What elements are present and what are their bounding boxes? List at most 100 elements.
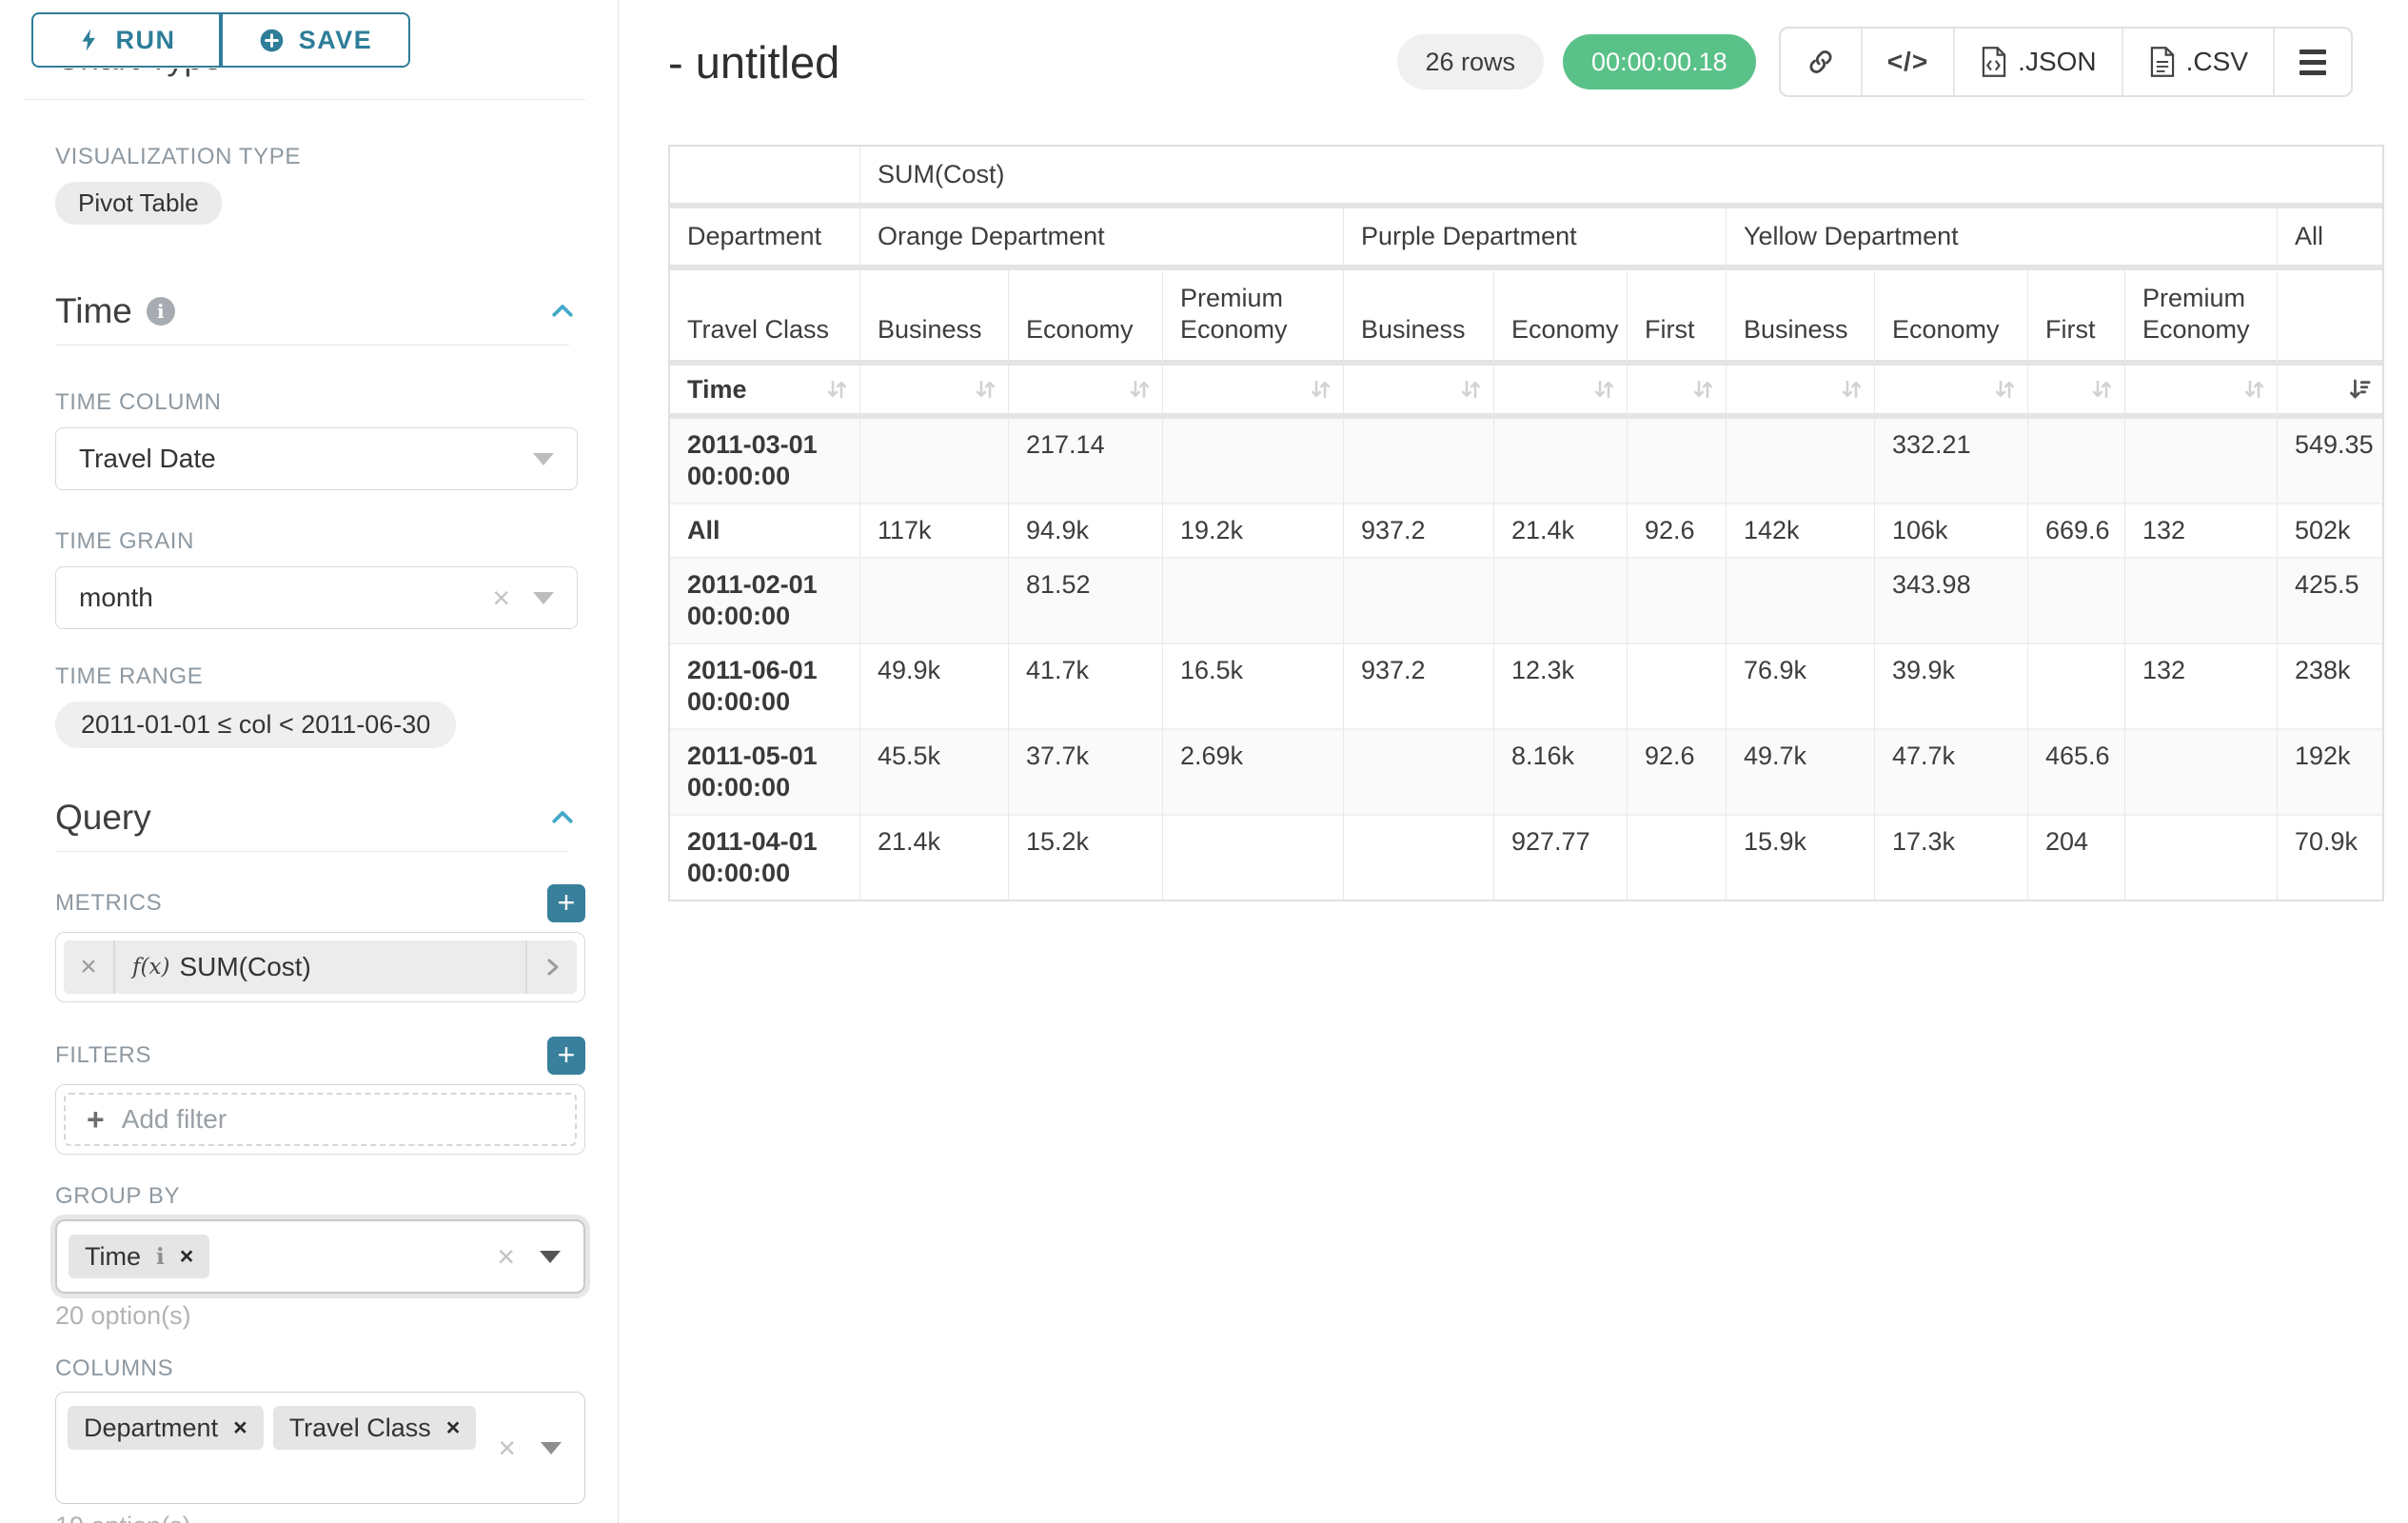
pivot-cell: 81.52 (1009, 559, 1163, 644)
chart-title[interactable]: - untitled (668, 36, 839, 89)
pivot-cell: 92.6 (1628, 504, 1727, 559)
sort-cell[interactable] (1628, 366, 1727, 419)
sort-desc-icon[interactable] (2347, 377, 2373, 403)
pivot-cell: 49.7k (1727, 730, 1875, 816)
metric-body[interactable]: f(x) SUM(Cost) (115, 940, 525, 994)
info-icon: i (147, 297, 175, 326)
pivot-cell: 142k (1727, 504, 1875, 559)
menu-button[interactable] (2273, 29, 2351, 95)
chevron-up-icon[interactable] (548, 297, 577, 326)
sort-cell[interactable] (2278, 366, 2382, 419)
sort-icon[interactable] (1839, 377, 1865, 403)
pivot-cell (2028, 419, 2125, 504)
time-grain-value: month (79, 583, 153, 613)
sort-icon[interactable] (2089, 377, 2115, 403)
explore-view: Chart Type RUN SAVE (0, 0, 2408, 1523)
group-by-select[interactable]: Timei× × (55, 1219, 585, 1294)
time-grain-select[interactable]: month × (55, 566, 578, 629)
sort-icon[interactable] (1690, 377, 1716, 403)
metric-pill[interactable]: × f(x) SUM(Cost) (64, 940, 577, 994)
sort-cell[interactable] (1875, 366, 2028, 419)
query-section-header[interactable]: Query (55, 798, 577, 838)
group-by-label-row: GROUP BY (55, 1183, 585, 1210)
sub-column-dimension-label: Travel Class (670, 270, 860, 366)
sort-icon[interactable] (1992, 377, 2018, 403)
selected-option-pill[interactable]: Travel Class × (273, 1406, 477, 1450)
clear-icon[interactable]: × (498, 1433, 516, 1463)
pivot-cell: 21.4k (860, 816, 1009, 900)
time-column-value: Travel Date (79, 444, 216, 474)
sort-cell[interactable] (1344, 366, 1494, 419)
pivot-cell: 16.5k (1163, 644, 1344, 730)
remove-icon[interactable]: × (446, 1416, 461, 1440)
sort-cell[interactable] (2125, 366, 2278, 419)
department-group-cell: Purple Department (1344, 208, 1727, 270)
pivot-cell (2125, 816, 2278, 900)
info-icon: i (156, 1244, 165, 1270)
pivot-cell: 927.77 (1494, 816, 1628, 900)
sort-icon[interactable] (973, 377, 998, 403)
chevron-down-icon[interactable] (533, 592, 554, 604)
select-controls: × (498, 1433, 562, 1463)
visualization-type-value[interactable]: Pivot Table (55, 182, 222, 225)
metrics-label: METRICS (55, 890, 162, 917)
expand-metric-icon[interactable] (525, 940, 577, 994)
sort-icon[interactable] (824, 377, 850, 403)
embed-code-button[interactable]: </> (1861, 29, 1953, 95)
pivot-cell: 343.98 (1875, 559, 2028, 644)
remove-icon[interactable]: × (233, 1416, 247, 1440)
selected-option-pill[interactable]: Department× (68, 1406, 264, 1450)
time-column-select[interactable]: Travel Date (55, 427, 578, 490)
export-json-button[interactable]: .JSON (1953, 29, 2121, 95)
sort-cell[interactable] (1494, 366, 1628, 419)
pivot-cell: 937.2 (1344, 644, 1494, 730)
sort-cell[interactable] (860, 366, 1009, 419)
export-csv-button[interactable]: .CSV (2122, 29, 2273, 95)
pivot-cell: 425.5 (2278, 559, 2382, 644)
sort-icon[interactable] (1308, 377, 1333, 403)
chevron-down-icon[interactable] (541, 1442, 562, 1454)
pivot-cell: 465.6 (2028, 730, 2125, 816)
selected-option-pill[interactable]: Timei× (69, 1235, 209, 1278)
clear-icon[interactable]: × (497, 1241, 515, 1272)
filters-label-row: FILTERS + (55, 1037, 585, 1075)
clear-icon[interactable]: × (492, 583, 510, 613)
travel-class-cell: Economy (1494, 270, 1628, 366)
row-dimension-cell[interactable]: Time (670, 366, 860, 419)
chevron-up-icon[interactable] (548, 803, 577, 832)
sort-cell[interactable] (1163, 366, 1344, 419)
add-filter-button[interactable]: + (547, 1037, 585, 1075)
sort-icon[interactable] (1591, 377, 1617, 403)
columns-label-row: COLUMNS (55, 1355, 585, 1382)
travel-class-cell: Premium Economy (1163, 270, 1344, 366)
time-range-value[interactable]: 2011-01-01 ≤ col < 2011-06-30 (55, 702, 456, 748)
chevron-down-icon[interactable] (533, 453, 554, 465)
sort-icon[interactable] (1458, 377, 1484, 403)
sort-cell[interactable] (1009, 366, 1163, 419)
chevron-down-icon[interactable] (540, 1251, 561, 1263)
pivot-cell: 12.3k (1494, 644, 1628, 730)
travel-class-cell: Business (860, 270, 1009, 366)
pill-label: Travel Class (289, 1414, 431, 1443)
share-link-button[interactable] (1781, 29, 1861, 95)
travel-class-cell: First (2028, 270, 2125, 366)
time-section-header[interactable]: Time i (55, 291, 577, 331)
add-metric-button[interactable]: + (547, 884, 585, 922)
pivot-cell: 132 (2125, 504, 2278, 559)
sort-icon[interactable] (1127, 377, 1153, 403)
pivot-cell (1628, 816, 1727, 900)
add-filter-placeholder: Add filter (122, 1104, 227, 1135)
chart-header-actions: 26 rows 00:00:00.18 </> (1397, 27, 2354, 97)
sort-icon[interactable] (2241, 377, 2267, 403)
save-button[interactable]: SAVE (221, 12, 410, 68)
remove-icon[interactable]: × (180, 1245, 194, 1269)
remove-metric-icon[interactable]: × (64, 940, 115, 994)
chart-header: - untitled 26 rows 00:00:00.18 </ (619, 0, 2408, 97)
table-row: 2011-05-01 00:00:0045.5k37.7k2.69k8.16k9… (670, 730, 2382, 816)
add-filter-dropzone[interactable]: + Add filter (64, 1093, 577, 1146)
sort-cell[interactable] (2028, 366, 2125, 419)
filters-container: + Add filter (55, 1084, 585, 1155)
sort-cell[interactable] (1727, 366, 1875, 419)
run-button[interactable]: RUN (31, 12, 221, 68)
columns-select[interactable]: Department× Travel Class × × (55, 1392, 585, 1504)
